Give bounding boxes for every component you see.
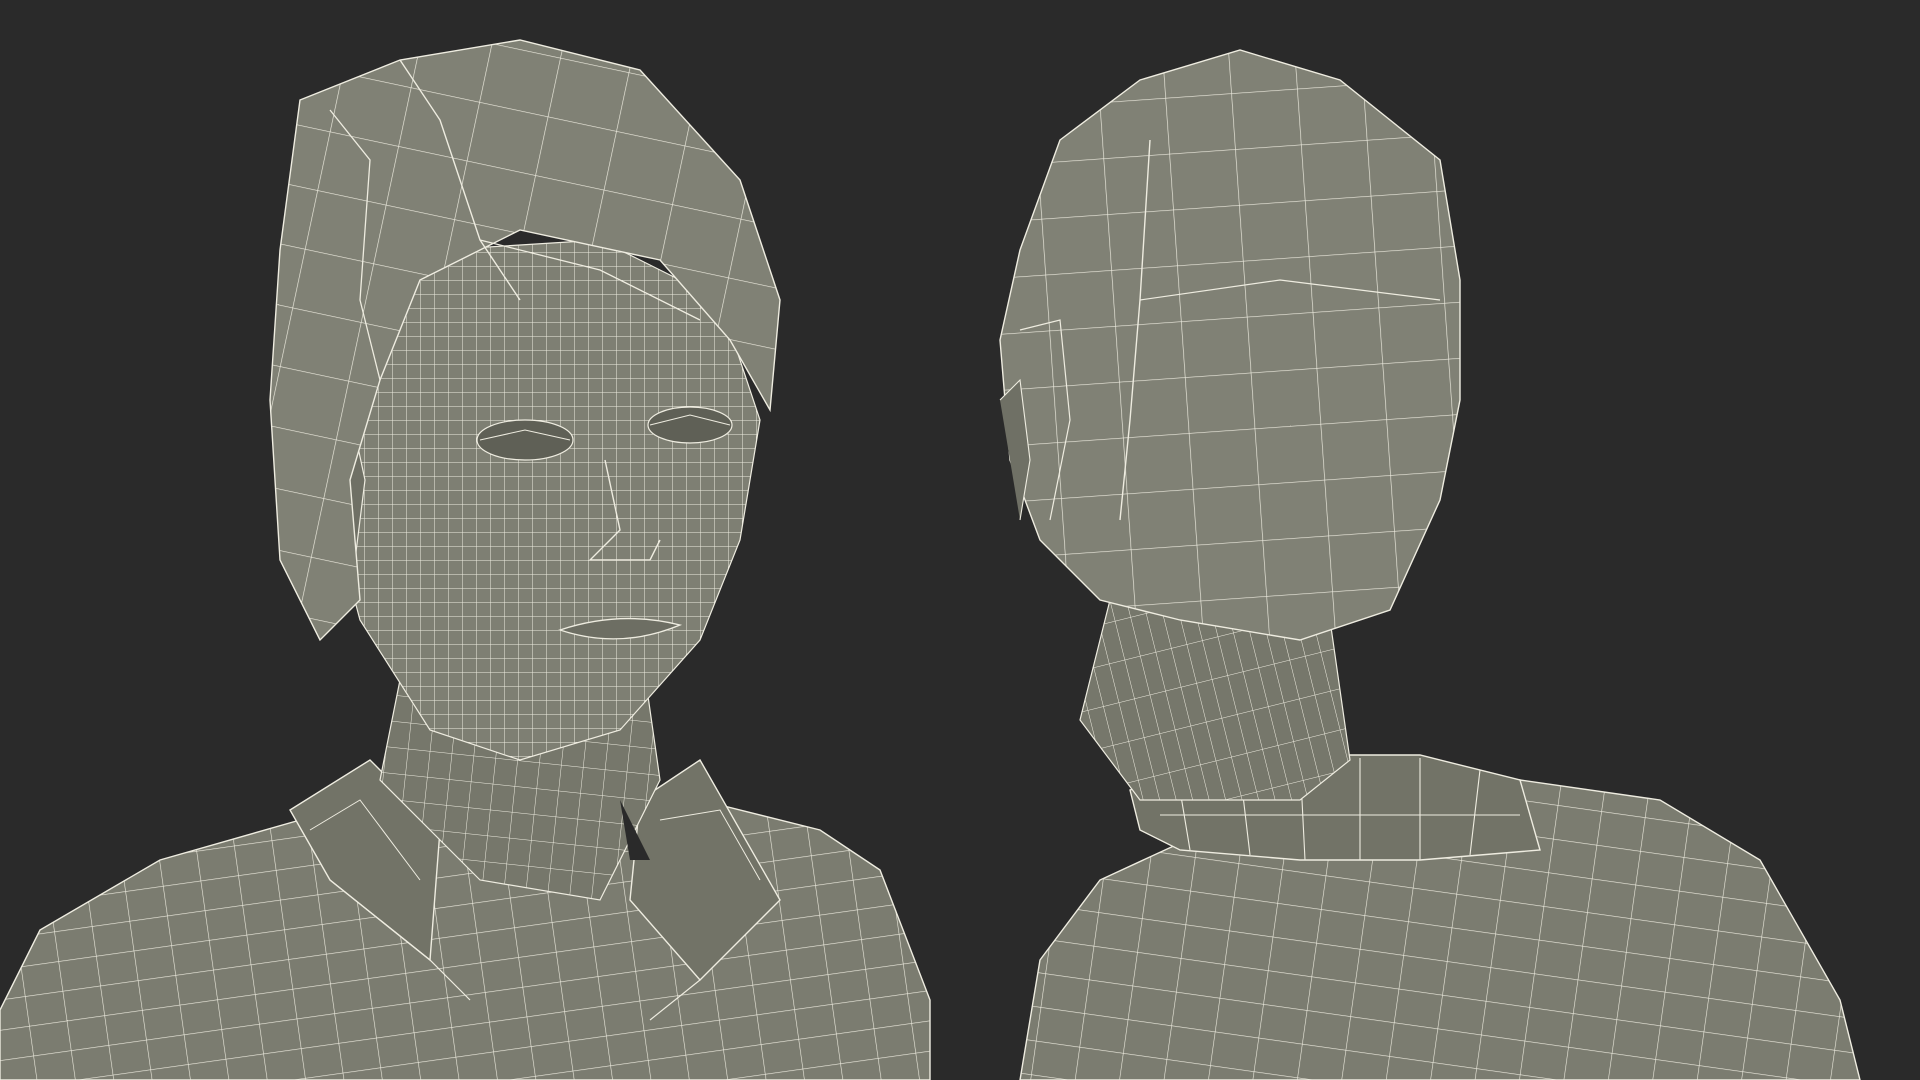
front-view-panel [0, 0, 960, 1080]
back-hair-mesh [999, 49, 1461, 641]
front-bust-model [0, 39, 931, 1080]
back-bust-model [999, 49, 1861, 1080]
back-view-panel [960, 0, 1920, 1080]
render-canvas [0, 0, 1920, 1080]
